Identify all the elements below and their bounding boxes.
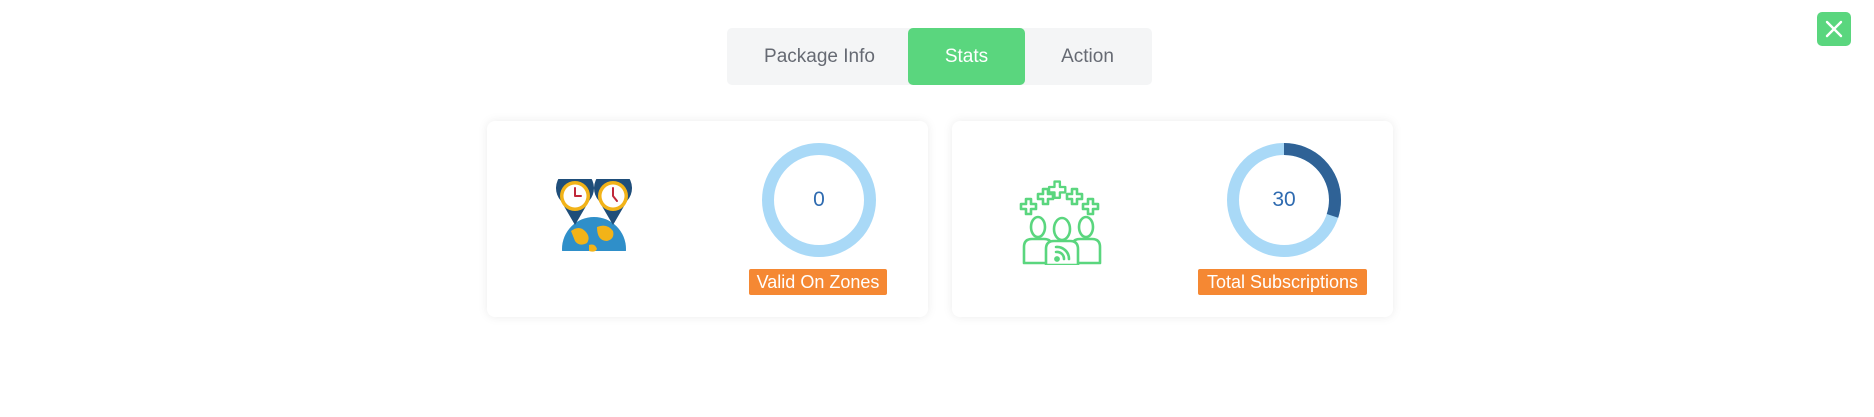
close-icon [1825,20,1843,38]
stat-card-total-subscriptions: 30 Total Subscriptions [952,121,1393,317]
subscribers-group-icon [1019,180,1102,265]
tab-package-info[interactable]: Package Info [731,28,908,85]
stat-value-valid-zones: 0 [813,188,825,211]
stat-label-total-subscriptions: Total Subscriptions [1198,269,1367,295]
tab-action[interactable]: Action [1025,28,1150,85]
tab-bar: Package Info Stats Action [727,28,1152,85]
tab-stats[interactable]: Stats [908,28,1025,85]
stat-label-valid-zones: Valid On Zones [749,269,887,295]
stat-card-valid-zones: 0 Valid On Zones [487,121,928,317]
stat-value-total-subscriptions: 30 [1272,188,1296,211]
world-time-zones-icon [553,179,635,263]
close-button[interactable] [1817,12,1851,46]
